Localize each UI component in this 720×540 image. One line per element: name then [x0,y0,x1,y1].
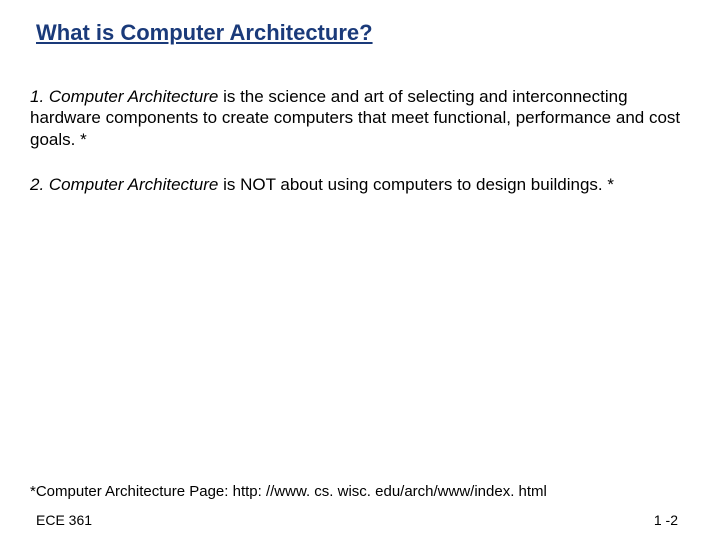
point-2-term: 2. Computer Architecture [30,175,218,194]
footnote: *Computer Architecture Page: http: //www… [30,483,690,500]
slide: What is Computer Architecture? 1. Comput… [0,0,720,540]
footer-course: ECE 361 [36,512,92,528]
point-1-term: 1. Computer Architecture [30,87,218,106]
slide-title: What is Computer Architecture? [36,20,690,46]
footer-page-number: 1 -2 [654,512,678,528]
point-2: 2. Computer Architecture is NOT about us… [30,174,690,195]
point-2-rest: is NOT about using computers to design b… [218,175,614,194]
point-1: 1. Computer Architecture is the science … [30,86,690,150]
